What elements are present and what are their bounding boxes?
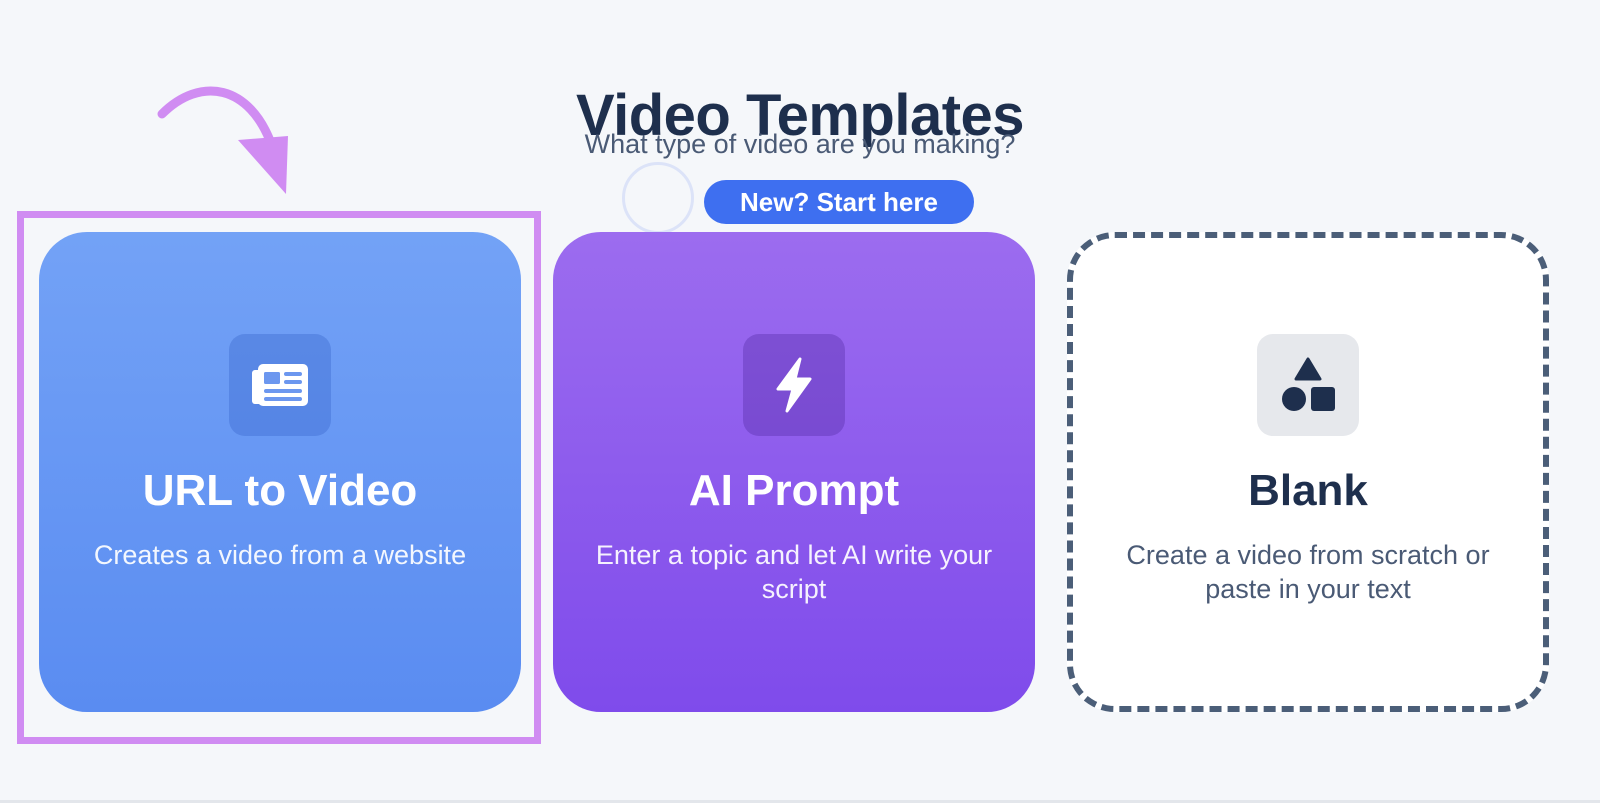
url-to-video-card[interactable]: URL to Video Creates a video from a webs… [39, 232, 521, 712]
new-start-here-badge[interactable]: New? Start here [704, 180, 974, 224]
lightning-bolt-icon [776, 357, 812, 413]
ai-prompt-card[interactable]: AI Prompt Enter a topic and let AI write… [553, 232, 1035, 712]
blank-description: Create a video from scratch or paste in … [1126, 540, 1490, 604]
onboarding-ring-marker [622, 162, 694, 234]
annotation-arrow-icon [157, 86, 288, 194]
blank-title: Blank [1248, 466, 1368, 515]
url-to-video-description: Creates a video from a website [93, 540, 467, 570]
newspaper-icon [252, 364, 308, 406]
ai-prompt-description: Enter a topic and let AI write your scri… [595, 540, 993, 604]
ai-prompt-icon-tile [743, 334, 845, 436]
ai-prompt-title: AI Prompt [688, 466, 900, 515]
blank-card[interactable]: Blank Create a video from scratch or pas… [1067, 232, 1549, 712]
shapes-icon [1282, 357, 1335, 411]
url-to-video-icon-tile [229, 334, 331, 436]
url-to-video-title: URL to Video [142, 466, 418, 515]
blank-icon-tile [1257, 334, 1359, 436]
